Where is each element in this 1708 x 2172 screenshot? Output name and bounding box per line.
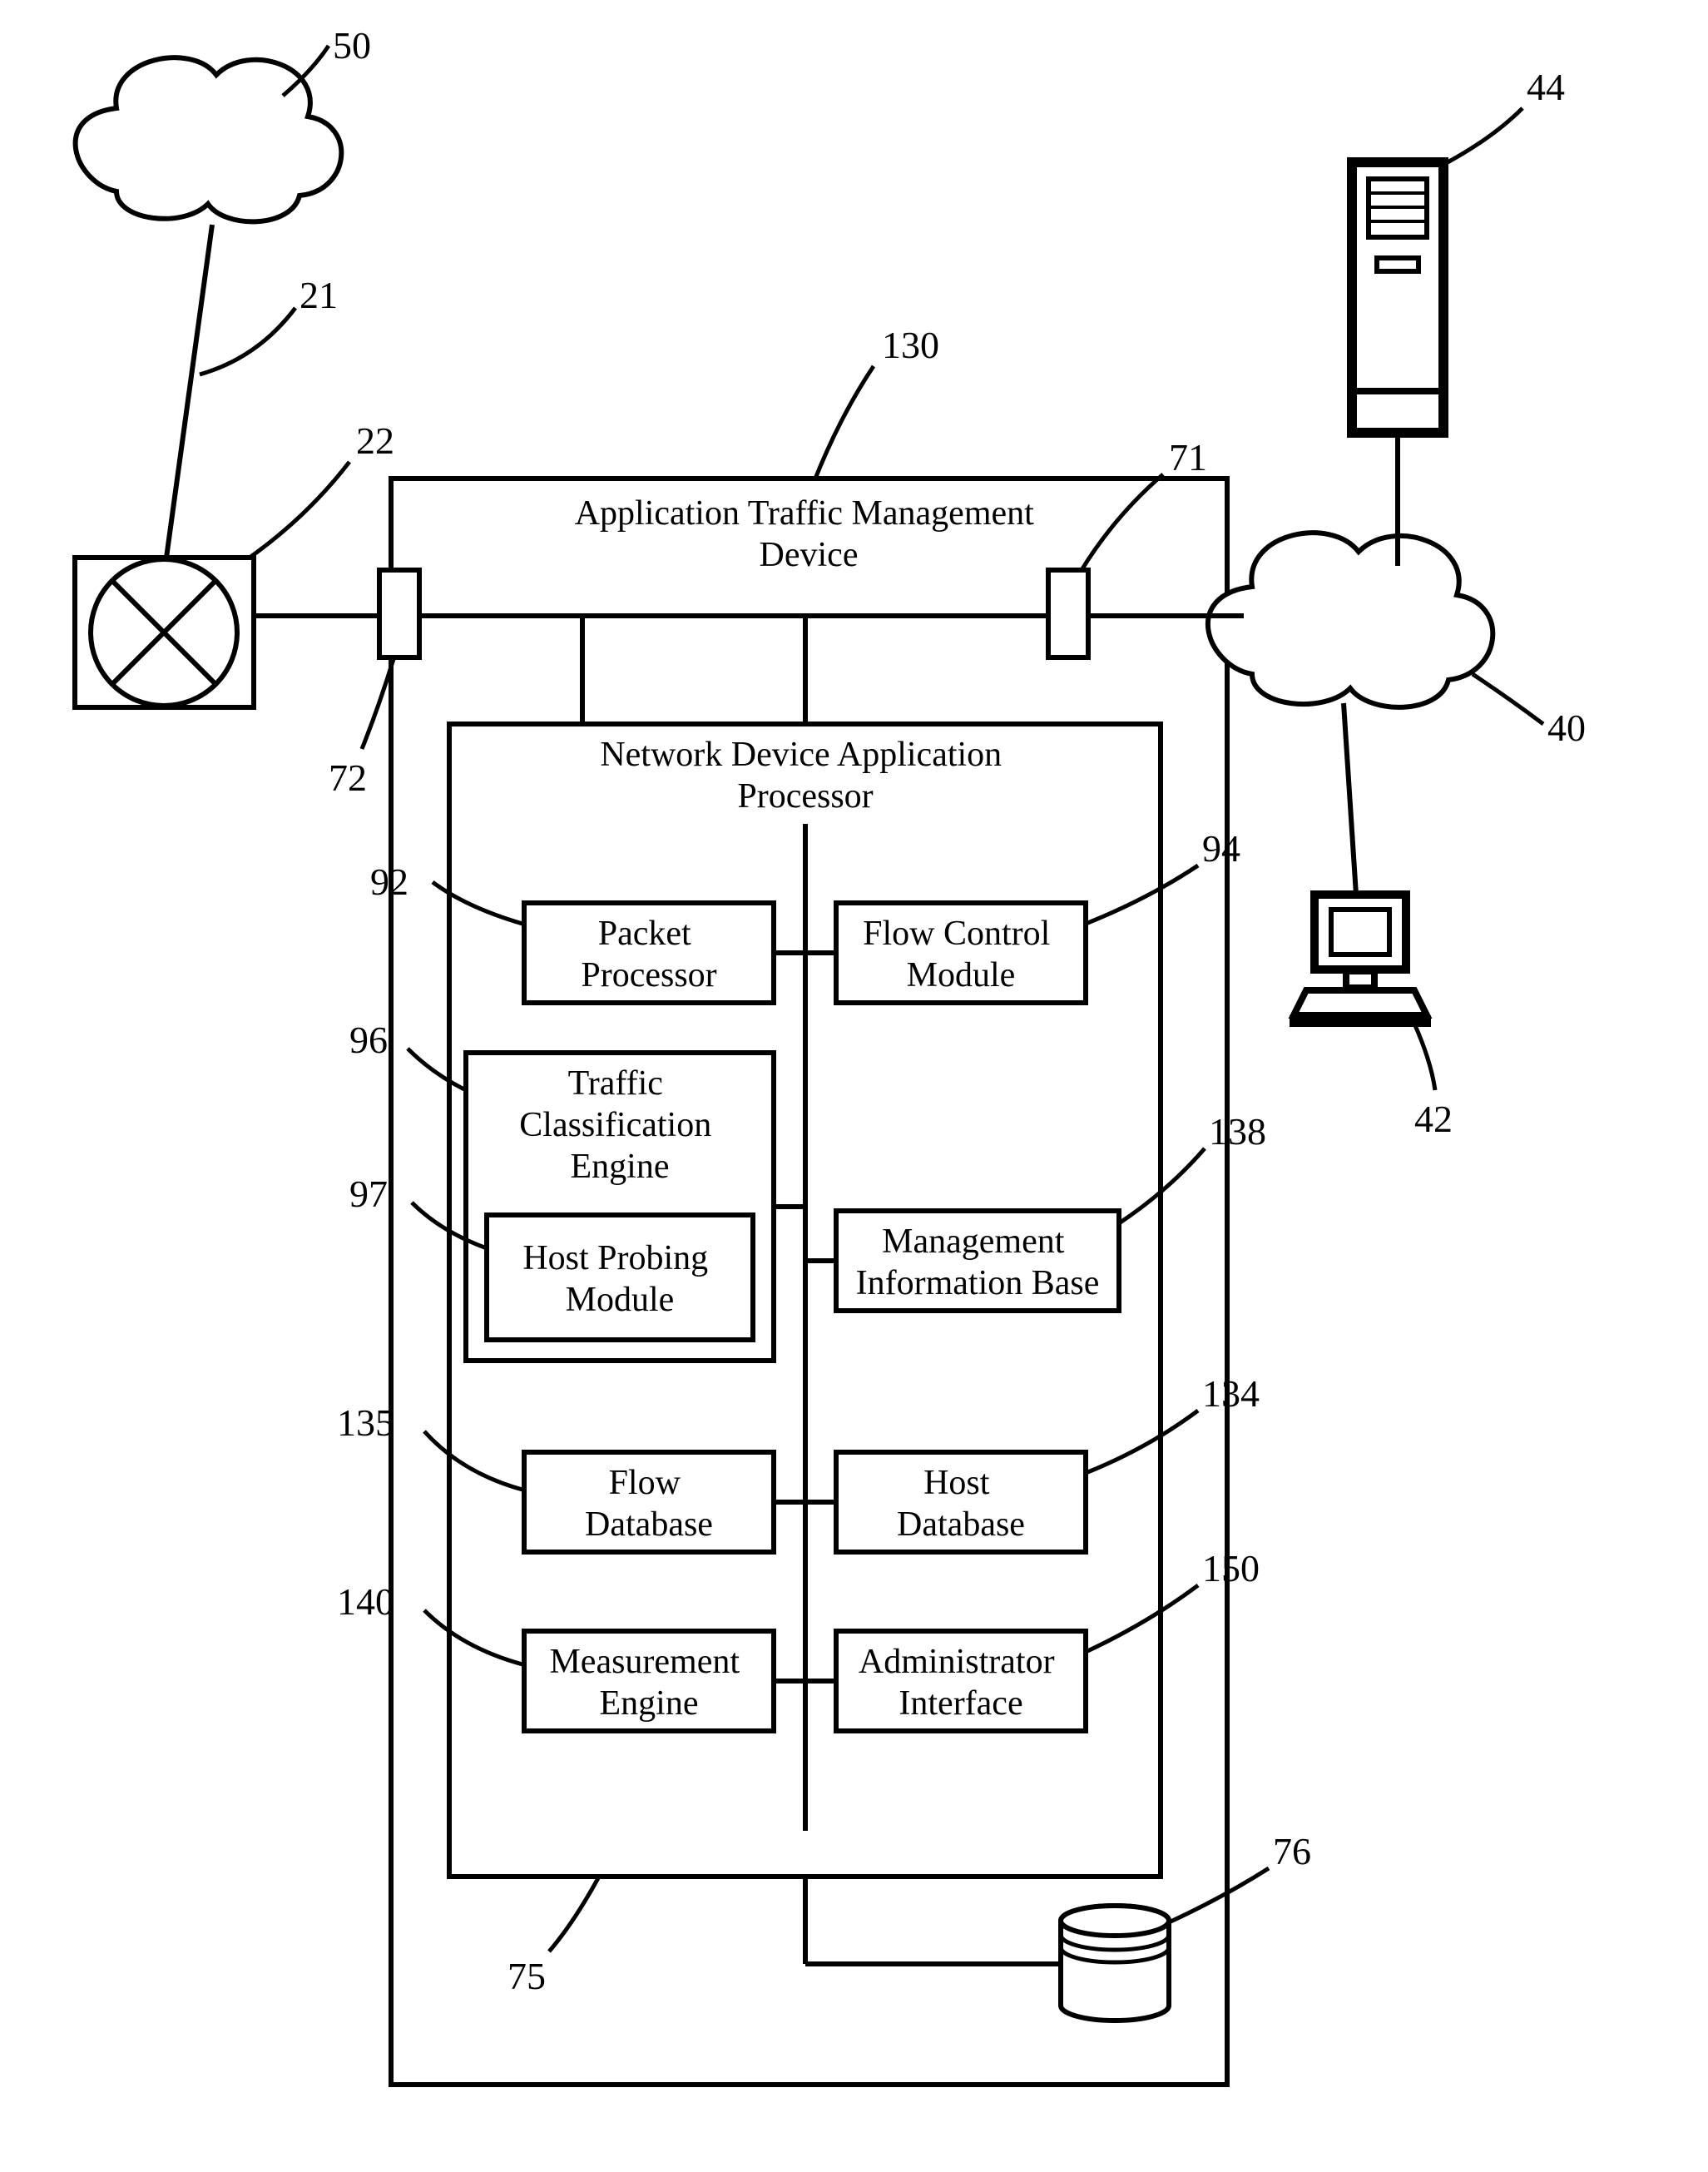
mib-line2: Information Base <box>856 1264 1100 1302</box>
ref-138: 138 <box>1209 1110 1266 1153</box>
router-symbol <box>75 558 254 707</box>
ref-42: 42 <box>1414 1098 1453 1140</box>
me-line2: Engine <box>600 1684 699 1723</box>
flow-control-module-box: Flow Control Module <box>836 903 1086 1003</box>
host-database-box: Host Database <box>836 1452 1086 1552</box>
fd-line2: Database <box>585 1505 713 1544</box>
host-probing-module-box <box>487 1215 753 1340</box>
ref-97: 97 <box>349 1173 388 1215</box>
ref-135: 135 <box>337 1401 394 1444</box>
atmd-title-line1: Application Traffic Management <box>575 494 1034 533</box>
administrator-interface-box: Administrator Interface <box>836 1631 1086 1731</box>
ref-22: 22 <box>356 419 394 462</box>
fcm-line1: Flow Control <box>863 915 1050 953</box>
cloud-50 <box>76 57 342 221</box>
ref-44: 44 <box>1527 66 1565 108</box>
pp-line2: Processor <box>581 956 716 994</box>
ref-96: 96 <box>349 1019 388 1061</box>
mib-line1: Management <box>882 1222 1065 1261</box>
monitor-symbol <box>1290 895 1431 1027</box>
svg-text:Application Traffic Management: Application Traffic Management Device <box>575 494 1043 574</box>
cloud50-to-router <box>166 225 212 558</box>
svg-text:Network Device Application: Network Device Application Processor <box>600 736 1010 816</box>
hpm-line2: Module <box>566 1281 675 1319</box>
tce-line3: Engine <box>571 1148 670 1186</box>
ref-140: 140 <box>337 1580 394 1623</box>
ref-75: 75 <box>507 1955 546 1997</box>
ndap-title-line1: Network Device Application <box>600 736 1002 774</box>
database-cylinder <box>1061 1906 1169 2021</box>
hd-line1: Host <box>923 1464 990 1502</box>
pp-line1: Packet <box>598 915 691 953</box>
traffic-classification-engine-box: Traffic Classification Engine Host Probi… <box>466 1053 774 1361</box>
tce-line1: Traffic <box>568 1064 663 1103</box>
hd-line2: Database <box>897 1505 1025 1544</box>
ref-94: 94 <box>1202 827 1240 870</box>
diagram-canvas: Application Traffic Management Device <box>0 0 1708 2172</box>
ref-92: 92 <box>370 860 408 903</box>
cloud40-to-monitor <box>1344 703 1356 895</box>
port-right <box>1048 570 1088 657</box>
hpm-line1: Host Probing <box>522 1239 708 1277</box>
fd-line1: Flow <box>609 1464 681 1502</box>
management-information-base-box: Management Information Base <box>836 1211 1119 1311</box>
ai-line2: Interface <box>899 1684 1022 1723</box>
ref-40: 40 <box>1547 707 1586 749</box>
ref-130: 130 <box>882 324 939 366</box>
ref-150: 150 <box>1202 1547 1260 1589</box>
ref-50: 50 <box>333 24 371 67</box>
ref-76: 76 <box>1273 1830 1311 1872</box>
port-left <box>379 570 419 657</box>
ai-line1: Administrator <box>859 1643 1055 1681</box>
ndap-title-line2: Processor <box>737 777 873 816</box>
measurement-engine-box: Measurement Engine <box>524 1631 774 1731</box>
ref-134: 134 <box>1202 1372 1260 1415</box>
server-symbol <box>1352 162 1443 433</box>
flow-database-box: Flow Database <box>524 1452 774 1552</box>
cloud-40 <box>1208 533 1493 707</box>
ref-71: 71 <box>1169 436 1207 479</box>
me-line1: Measurement <box>549 1643 740 1681</box>
ref-72: 72 <box>329 756 367 799</box>
packet-processor-box: Packet Processor <box>524 903 774 1003</box>
tce-line2: Classification <box>519 1106 711 1144</box>
fcm-line2: Module <box>907 956 1016 994</box>
atmd-title-line2: Device <box>760 536 859 574</box>
ref-21: 21 <box>300 274 338 316</box>
